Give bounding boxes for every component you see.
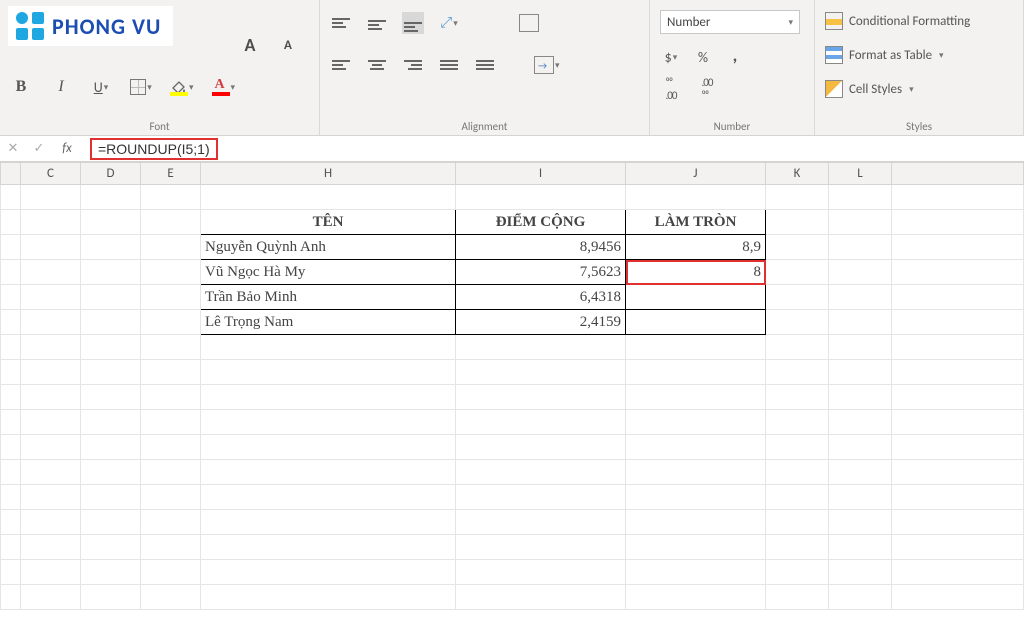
col-header[interactable]: E xyxy=(141,163,201,185)
decrease-font-size-button[interactable]: A xyxy=(277,34,299,56)
cell-score[interactable]: 8,9456 xyxy=(456,235,626,260)
cell-round[interactable]: 8,9 xyxy=(626,235,766,260)
col-header[interactable]: C xyxy=(21,163,81,185)
number-format-value: Number xyxy=(667,15,710,30)
column-header-row: C D E H I J K L xyxy=(1,163,1024,185)
merge-icon xyxy=(534,56,554,74)
comma-format-button[interactable] xyxy=(724,46,746,68)
cell-score[interactable]: 6,4318 xyxy=(456,285,626,310)
brand-logo-mark xyxy=(16,12,44,40)
align-top-button[interactable] xyxy=(330,12,352,34)
border-button[interactable]: ▾ xyxy=(130,76,152,98)
fill-icon xyxy=(170,78,188,96)
orientation-button[interactable]: ⤢▾ xyxy=(438,12,460,34)
decrease-indent-button[interactable] xyxy=(438,54,460,76)
border-icon xyxy=(130,79,146,95)
chevron-down-icon: ▾ xyxy=(788,17,793,28)
conditional-formatting-button[interactable]: Conditional Formatting xyxy=(849,10,970,32)
align-center-button[interactable] xyxy=(366,54,388,76)
align-right-button[interactable] xyxy=(402,54,424,76)
formula-input[interactable]: =ROUNDUP(I5;1) xyxy=(82,141,1024,157)
ribbon-group-alignment: ⤢▾ ▾ Alignment xyxy=(320,0,650,135)
cell-score[interactable]: 2,4159 xyxy=(456,310,626,335)
col-header[interactable]: K xyxy=(766,163,829,185)
underline-button[interactable]: U▾ xyxy=(90,76,112,98)
align-middle-button[interactable] xyxy=(366,12,388,34)
cell-name[interactable]: Lê Trọng Nam xyxy=(201,310,456,335)
cell-name[interactable]: Trần Bảo Minh xyxy=(201,285,456,310)
number-format-select[interactable]: Number ▾ xyxy=(660,10,800,34)
fill-color-button[interactable]: ▾ xyxy=(170,76,194,98)
cell-name[interactable]: Vũ Ngọc Hà My xyxy=(201,260,456,285)
cell-round[interactable] xyxy=(626,310,766,335)
formula-bar: ✕ ✓ fx =ROUNDUP(I5;1) xyxy=(0,136,1024,162)
accounting-format-button[interactable]: ▾ xyxy=(660,46,682,68)
ribbon-group-styles: Conditional Formatting Format as Table▾ … xyxy=(815,0,1024,135)
formula-text: =ROUNDUP(I5;1) xyxy=(90,138,218,160)
col-header[interactable]: L xyxy=(829,163,892,185)
increase-indent-button[interactable] xyxy=(474,54,496,76)
cell-styles-icon xyxy=(825,80,843,98)
increase-font-size-button[interactable]: A xyxy=(239,34,261,56)
ribbon-group-font-label: Font xyxy=(10,116,309,135)
formula-cancel-button[interactable]: ✕ xyxy=(0,141,26,156)
col-header[interactable]: D xyxy=(81,163,141,185)
table-header-round[interactable]: LÀM TRÒN xyxy=(626,210,766,235)
ribbon-group-number-label: Number xyxy=(660,116,804,135)
merge-center-button[interactable]: ▾ xyxy=(534,54,560,76)
ribbon-group-number: Number ▾ ▾ ⁰⁰.00 .00⁰⁰ Number xyxy=(650,0,815,135)
brand-logo: PHONG VU xyxy=(8,6,173,46)
table-row: Nguyễn Quỳnh Anh 8,9456 8,9 xyxy=(1,235,1024,260)
cell-score[interactable]: 7,5623 xyxy=(456,260,626,285)
spreadsheet[interactable]: C D E H I J K L TÊN ĐIỂM CỘNG LÀM TRÒN N… xyxy=(0,162,1024,610)
table-header-name[interactable]: TÊN xyxy=(201,210,456,235)
italic-button[interactable]: I xyxy=(50,76,72,98)
increase-decimal-button[interactable]: ⁰⁰.00 xyxy=(660,78,682,100)
brand-logo-text: PHONG VU xyxy=(52,13,161,40)
select-all-corner[interactable] xyxy=(1,163,21,185)
cell-styles-button[interactable]: Cell Styles xyxy=(849,78,902,100)
table-row: TÊN ĐIỂM CỘNG LÀM TRÒN xyxy=(1,210,1024,235)
table-row: Vũ Ngọc Hà My 7,5623 8 xyxy=(1,260,1024,285)
cell-round[interactable] xyxy=(626,285,766,310)
font-color-icon: A xyxy=(212,78,230,96)
format-as-table-icon xyxy=(825,46,843,64)
wrap-text-icon xyxy=(519,14,539,32)
col-header[interactable]: I xyxy=(456,163,626,185)
conditional-formatting-icon xyxy=(825,12,843,30)
align-left-button[interactable] xyxy=(330,54,352,76)
insert-function-button[interactable]: fx xyxy=(52,141,82,156)
ribbon-group-alignment-label: Alignment xyxy=(330,116,639,135)
align-bottom-button[interactable] xyxy=(402,12,424,34)
cell-round-highlighted[interactable]: 8 xyxy=(626,260,766,285)
col-header[interactable]: J xyxy=(626,163,766,185)
table-header-score[interactable]: ĐIỂM CỘNG xyxy=(456,210,626,235)
wrap-text-button[interactable] xyxy=(518,12,540,34)
table-row: Lê Trọng Nam 2,4159 xyxy=(1,310,1024,335)
format-as-table-button[interactable]: Format as Table xyxy=(849,44,932,66)
col-header[interactable]: H xyxy=(201,163,456,185)
font-color-button[interactable]: A ▾ xyxy=(212,76,236,98)
bold-button[interactable]: B xyxy=(10,76,32,98)
formula-enter-button[interactable]: ✓ xyxy=(26,141,52,156)
cell-name[interactable]: Nguyễn Quỳnh Anh xyxy=(201,235,456,260)
ribbon-group-styles-label: Styles xyxy=(825,116,1013,135)
table-row: Trần Bảo Minh 6,4318 xyxy=(1,285,1024,310)
percent-format-button[interactable] xyxy=(692,46,714,68)
decrease-decimal-button[interactable]: .00⁰⁰ xyxy=(696,78,718,100)
